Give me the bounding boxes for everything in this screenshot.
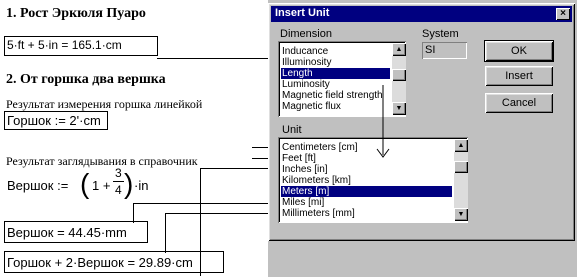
close-button[interactable]: × <box>556 8 570 20</box>
scroll-down-icon[interactable]: ▼ <box>392 102 406 115</box>
unit-label: Unit <box>282 124 302 136</box>
scroll-up-icon[interactable]: ▲ <box>454 139 468 152</box>
list-item[interactable]: Kilometers [km] <box>281 175 452 186</box>
list-item[interactable]: Meters [m] <box>281 186 452 197</box>
scroll-down-icon[interactable]: ▼ <box>454 208 468 221</box>
connector-line <box>157 58 272 59</box>
ok-button[interactable]: OK <box>484 40 554 62</box>
cancel-button[interactable]: Cancel <box>485 93 553 113</box>
text-1: Результат измерения горшка линейкой <box>6 97 203 111</box>
connector-line <box>133 203 280 204</box>
list-item[interactable]: Length <box>281 68 390 79</box>
insert-button[interactable]: Insert <box>485 66 553 86</box>
insert-unit-dialog: Insert Unit × Dimension System SI Induca… <box>268 3 575 241</box>
unit-scrollbar[interactable]: ▲ ▼ <box>454 139 468 221</box>
connector-line <box>200 168 201 276</box>
scroll-thumb[interactable] <box>454 161 468 173</box>
fraction-numerator: 3 <box>115 166 122 180</box>
dialog-titlebar[interactable]: Insert Unit × <box>271 6 572 22</box>
list-item[interactable]: Illuminosity <box>281 57 390 68</box>
fraction-denominator: 4 <box>115 183 122 197</box>
eq2-frame <box>4 111 108 130</box>
list-item[interactable]: Feet [ft] <box>281 153 452 164</box>
paren-close: ) <box>124 168 134 199</box>
list-item[interactable]: Magnetic flux <box>281 101 390 112</box>
scroll-up-icon[interactable]: ▲ <box>392 43 406 56</box>
eq5-frame <box>4 251 224 273</box>
dimension-scrollbar[interactable]: ▲ ▼ <box>392 43 406 115</box>
unit-listbox[interactable]: Centimeters [cm] Feet [ft] Inches [in] Kilo… <box>278 137 468 223</box>
list-item[interactable]: Miles [mi] <box>281 197 452 208</box>
system-field[interactable]: SI <box>422 42 467 59</box>
heading-2: 2. От горшка два вершка <box>6 72 166 87</box>
scroll-thumb[interactable] <box>392 69 406 81</box>
list-item[interactable]: Inches [in] <box>281 164 452 175</box>
equation-3-one: 1 + <box>92 178 111 193</box>
list-item[interactable]: Luminosity <box>281 79 390 90</box>
list-item[interactable]: Magnetic field strength <box>281 90 390 101</box>
equation-3-unit: ·in <box>134 178 149 193</box>
paren-open: ( <box>80 168 90 199</box>
eq4-frame <box>4 221 148 243</box>
dialog-title: Insert Unit <box>275 7 330 19</box>
equation-1[interactable]: 5·ft + 5·in = 165.1·cm <box>7 38 122 52</box>
list-item[interactable]: Millimeters [mm] <box>281 208 452 219</box>
dimension-label: Dimension <box>280 28 332 40</box>
heading-1: 1. Рост Эркюля Пуаро <box>6 6 146 21</box>
list-item[interactable]: Centimeters [cm] <box>281 142 452 153</box>
drag-arrow-icon <box>376 85 390 158</box>
system-label: System <box>422 28 459 40</box>
equation-3-lhs[interactable]: Вершок := <box>7 178 68 193</box>
connector-line <box>165 213 166 253</box>
text-2: Результат заглядывания в справочник <box>6 154 198 168</box>
fraction-bar <box>113 181 124 182</box>
list-item[interactable]: Inducance <box>281 46 390 57</box>
connector-line <box>165 213 280 214</box>
connector-line <box>133 203 134 223</box>
